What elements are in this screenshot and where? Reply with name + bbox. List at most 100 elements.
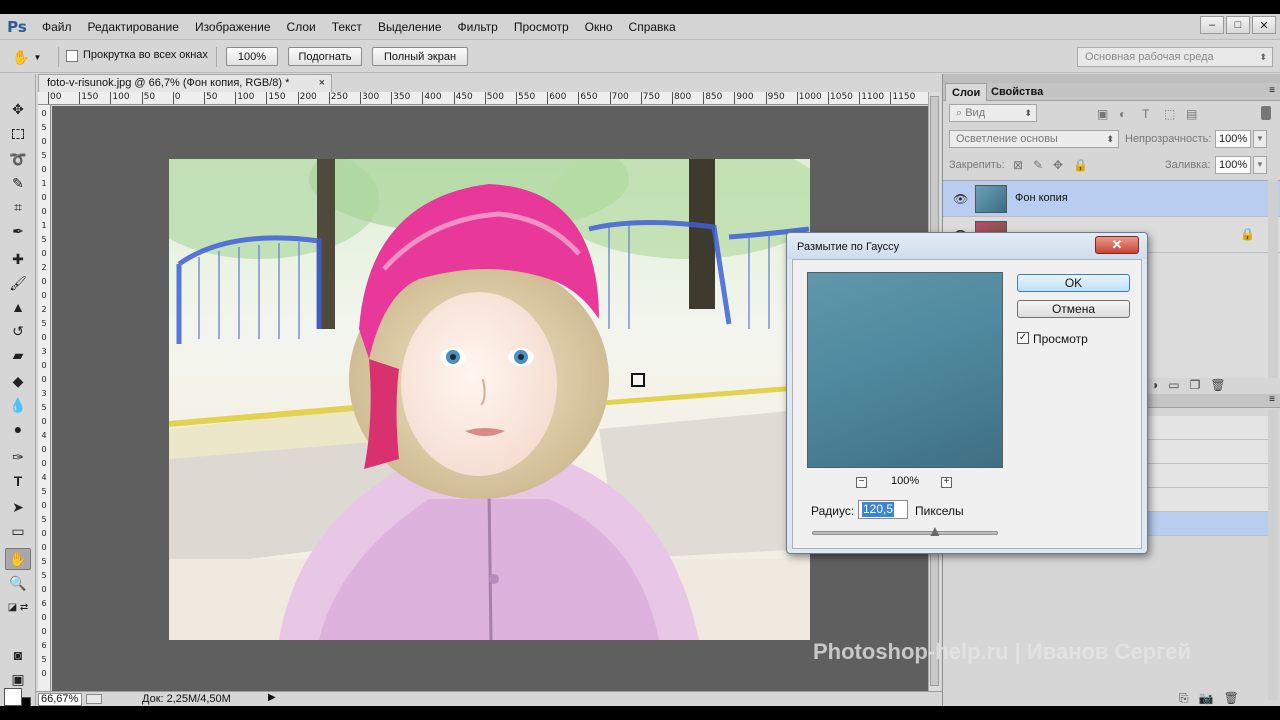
minimize-button[interactable]: – (1200, 16, 1224, 34)
tool-preset-picker[interactable]: ✋ ▼ (12, 45, 52, 69)
list-item[interactable] (1143, 464, 1271, 488)
new-layer-icon[interactable]: ❐ (1190, 378, 1201, 392)
radius-slider[interactable] (812, 527, 998, 536)
layer-filter-select[interactable]: ⌕ Вид ⬍ (949, 104, 1037, 122)
photo-canvas[interactable] (169, 159, 810, 640)
list-item[interactable] (1143, 416, 1271, 440)
menu-select[interactable]: Выделение (370, 14, 450, 40)
status-menu-arrow[interactable]: ▶ (268, 692, 276, 703)
close-icon[interactable]: × (319, 75, 325, 92)
panel-menu-icon[interactable]: ≡ (1269, 85, 1275, 96)
lock-transparent-icon[interactable]: ⊠ (1013, 158, 1023, 172)
hand-icon[interactable]: ✋ (5, 548, 31, 570)
scroll-all-windows-checkbox[interactable] (66, 50, 78, 62)
close-dialog-button[interactable]: ✕ (1095, 236, 1139, 254)
full-screen-button[interactable]: Полный экран (372, 47, 468, 66)
lower-panel-scrollbar[interactable] (1268, 410, 1278, 700)
cancel-button[interactable]: Отмена (1017, 300, 1130, 318)
layers-scrollbar[interactable] (1268, 180, 1278, 378)
menu-view[interactable]: Просмотр (506, 14, 577, 40)
screen-mode-icon[interactable]: ▣ (5, 668, 31, 690)
ruler-tick-label: 0 (41, 585, 47, 594)
stamp-icon[interactable]: ▲ (5, 296, 31, 318)
zoom-icon[interactable]: 🔍 (5, 572, 31, 594)
new-group-icon[interactable]: ▭ (1168, 378, 1179, 392)
menu-file[interactable]: Файл (34, 14, 80, 40)
quick-mask-icon[interactable]: ◙ (5, 644, 31, 666)
zoom-in-button[interactable]: + (941, 477, 952, 488)
opacity-input[interactable]: 100% (1215, 130, 1251, 148)
filter-toggle-icon[interactable] (1261, 106, 1271, 120)
opacity-dropdown-icon[interactable]: ▼ (1253, 130, 1267, 148)
camera-icon[interactable]: 📷 (1199, 691, 1214, 706)
document-tab[interactable]: foto-v-risunok.jpg @ 66,7% (Фон копия, R… (38, 74, 332, 92)
maximize-button[interactable]: □ (1226, 16, 1250, 34)
menu-window[interactable]: Окно (577, 14, 621, 40)
tab-layers[interactable]: Слои (945, 83, 988, 101)
dialog-titlebar[interactable]: Размытие по Гауссу ✕ (787, 233, 1147, 259)
workspace-select[interactable]: Основная рабочая среда ⬍ (1077, 47, 1273, 67)
blur-icon[interactable]: 💧 (5, 394, 31, 416)
type-icon[interactable]: T (5, 470, 31, 492)
crop-icon[interactable]: ⌗ (5, 196, 31, 218)
blend-mode-select[interactable]: Осветление основы ⬍ (949, 130, 1119, 148)
shape-filter-icon[interactable]: ⬚ (1164, 107, 1175, 121)
menu-edit[interactable]: Редактирование (80, 14, 187, 40)
preview-checkbox[interactable]: ✓ (1017, 332, 1029, 344)
menu-type[interactable]: Текст (324, 14, 370, 40)
ruler-tick-label: 0 (41, 333, 47, 342)
shape-icon[interactable]: ▭ (5, 520, 31, 542)
new-document-from-state-icon[interactable]: ⎘ (1179, 691, 1189, 706)
adjustment-filter-icon[interactable]: ◐ (1119, 107, 1126, 121)
foreground-color-swatch[interactable] (4, 688, 22, 706)
watermark: Photoshop-help.ru | Иванов Сергей (813, 639, 1192, 664)
menu-image[interactable]: Изображение (187, 14, 279, 40)
eraser-icon[interactable]: ▰ (5, 344, 31, 366)
menu-filter[interactable]: Фильтр (450, 14, 506, 40)
letterbox-top (0, 0, 1280, 14)
healing-icon[interactable]: ✚ (5, 248, 31, 270)
move-icon[interactable]: ✥ (5, 98, 31, 120)
pen-icon[interactable]: ✑ (5, 446, 31, 468)
smart-object-filter-icon[interactable]: ▤ (1186, 107, 1197, 121)
default-colors-icon[interactable]: ◪ ⇄ (5, 596, 31, 618)
eye-icon[interactable]: 👁 (953, 192, 968, 206)
pixel-filter-icon[interactable]: ▣ (1097, 107, 1108, 121)
blur-preview[interactable] (807, 272, 1003, 468)
trash-icon[interactable]: 🗑 (1224, 691, 1239, 706)
close-window-button[interactable]: ✕ (1252, 16, 1276, 34)
layer-row[interactable]: 👁 Фон копия (943, 181, 1280, 217)
history-brush-icon[interactable]: ↺ (5, 320, 31, 342)
radius-slider-thumb[interactable] (930, 527, 940, 536)
zoom-menu-icon[interactable] (86, 694, 102, 704)
gradient-icon[interactable]: ◆ (5, 370, 31, 392)
tab-properties[interactable]: Свойства (985, 83, 1049, 101)
lock-position-icon[interactable]: ✥ (1053, 158, 1063, 172)
list-item[interactable] (1143, 512, 1271, 536)
zoom-100-button[interactable]: 100% (226, 47, 278, 66)
fill-dropdown-icon[interactable]: ▼ (1253, 156, 1267, 174)
fill-input[interactable]: 100% (1215, 156, 1251, 174)
dodge-icon[interactable]: ● (5, 418, 31, 440)
mask-icon[interactable]: ◑ (1151, 378, 1158, 392)
lock-all-icon[interactable]: 🔒 (1073, 158, 1088, 172)
list-item[interactable] (1143, 488, 1271, 512)
menu-layers[interactable]: Слои (279, 14, 324, 40)
fit-screen-button[interactable]: Подогнать (288, 47, 362, 66)
radius-input[interactable]: 120,5 (858, 500, 908, 519)
quick-select-icon[interactable]: ✎ (5, 172, 31, 194)
lock-pixels-icon[interactable]: ✎ (1033, 158, 1043, 172)
type-filter-icon[interactable]: T (1142, 107, 1149, 121)
menu-help[interactable]: Справка (621, 14, 684, 40)
trash-icon[interactable]: 🗑 (1210, 378, 1225, 392)
path-select-icon[interactable]: ➤ (5, 496, 31, 518)
panel-menu-icon[interactable]: ≡ (1269, 394, 1275, 405)
marquee-icon[interactable] (5, 123, 31, 145)
lasso-icon[interactable]: ➰ (5, 148, 31, 170)
ok-button[interactable]: OK (1017, 274, 1130, 292)
eyedropper-icon[interactable]: ✒ (5, 220, 31, 242)
brush-icon[interactable]: 🖌 (5, 272, 31, 294)
list-item[interactable] (1143, 440, 1271, 464)
zoom-level-input[interactable]: 66,67% (38, 693, 82, 706)
zoom-out-button[interactable]: − (856, 477, 867, 488)
